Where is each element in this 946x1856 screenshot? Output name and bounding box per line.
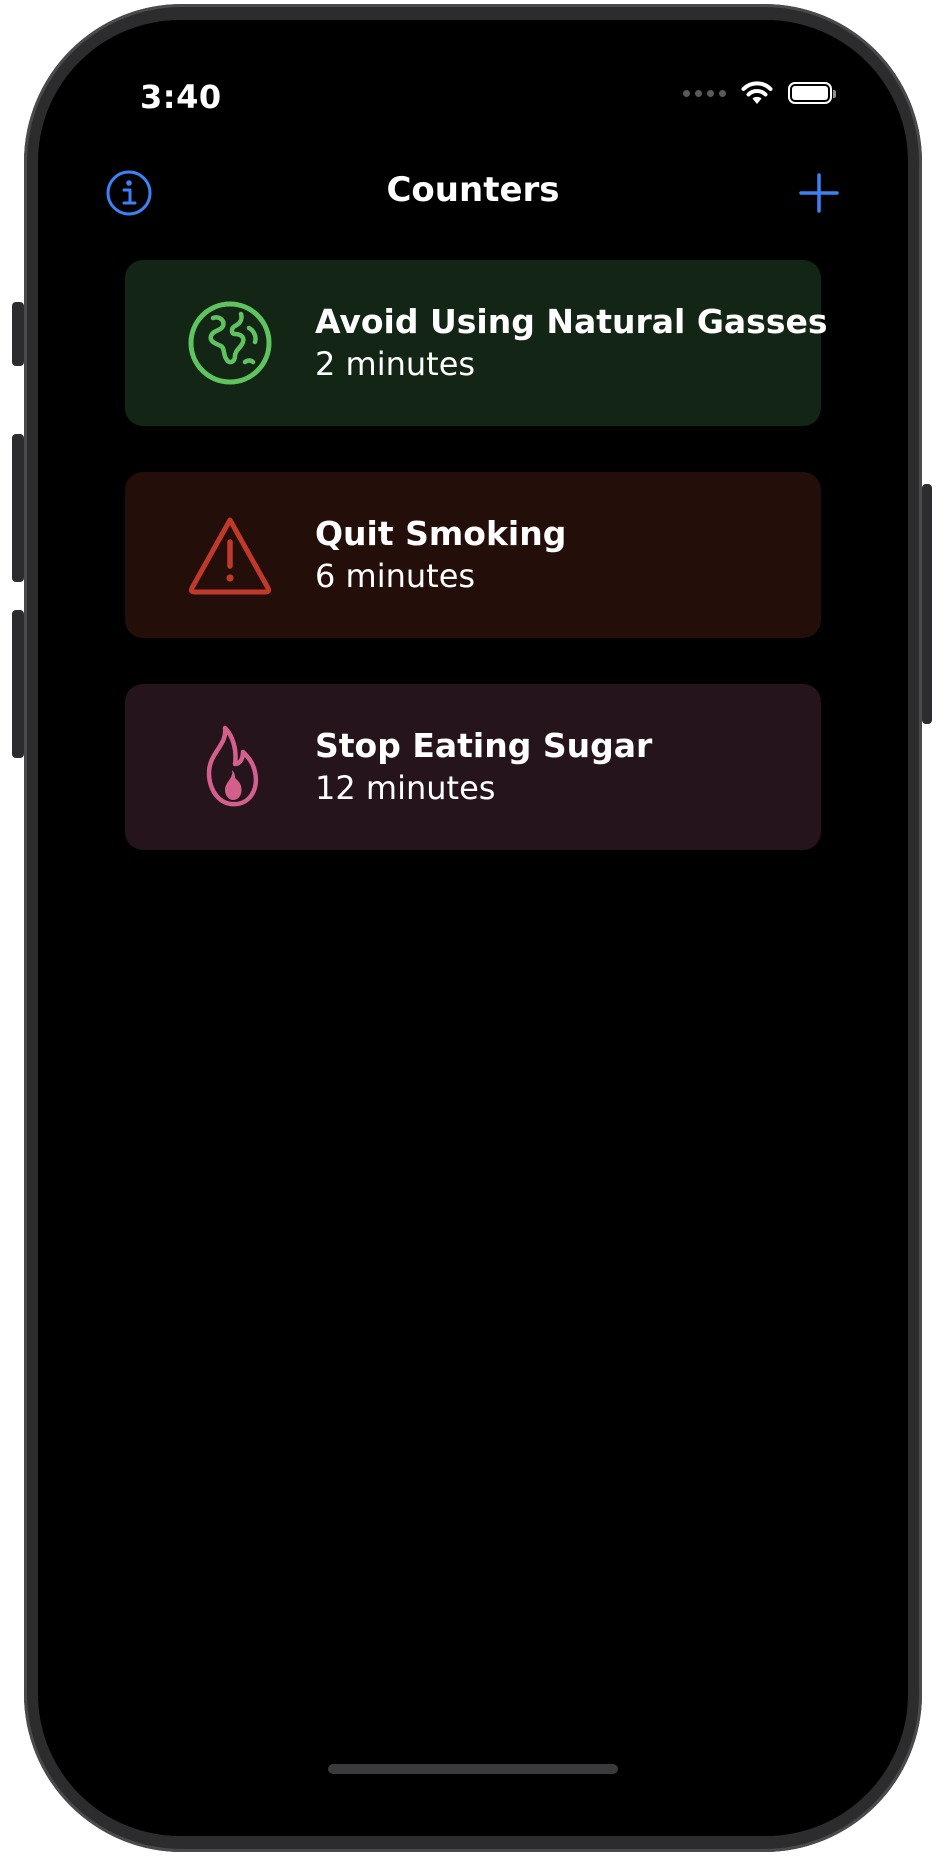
plus-icon[interactable] bbox=[796, 170, 842, 216]
counter-elapsed: 2 minutes bbox=[315, 345, 476, 383]
page-title: Counters bbox=[386, 170, 560, 210]
power-button bbox=[922, 484, 932, 724]
silent-switch bbox=[12, 302, 24, 366]
counter-title: Stop Eating Sugar bbox=[315, 726, 653, 765]
counter-card-natural-gasses[interactable]: Avoid Using Natural Gasses 2 minutes bbox=[125, 260, 827, 426]
cellular-signal-icon bbox=[683, 89, 726, 97]
counter-card-quit-smoking[interactable]: Quit Smoking 6 minutes bbox=[125, 472, 821, 638]
status-time: 3:40 bbox=[140, 78, 222, 116]
globe-icon bbox=[188, 301, 272, 385]
home-indicator[interactable] bbox=[328, 1764, 618, 1774]
counter-elapsed: 12 minutes bbox=[315, 769, 496, 807]
flame-icon bbox=[206, 725, 259, 807]
volume-up-button bbox=[12, 434, 24, 582]
counter-elapsed: 6 minutes bbox=[315, 557, 476, 595]
counter-title: Avoid Using Natural Gasses bbox=[315, 302, 828, 341]
battery-icon bbox=[788, 82, 836, 104]
volume-down-button bbox=[12, 610, 24, 758]
app-screen: 3:40 Counters Avoid Using Natural Gasses… bbox=[38, 20, 908, 1836]
counter-card-stop-eating-sugar[interactable]: Stop Eating Sugar 12 minutes bbox=[125, 684, 821, 850]
warning-triangle-icon bbox=[188, 517, 272, 595]
wifi-icon bbox=[741, 81, 773, 104]
status-indicators bbox=[683, 80, 836, 106]
counter-list: Avoid Using Natural Gasses 2 minutes Qui… bbox=[125, 260, 827, 896]
counter-title: Quit Smoking bbox=[315, 514, 567, 553]
